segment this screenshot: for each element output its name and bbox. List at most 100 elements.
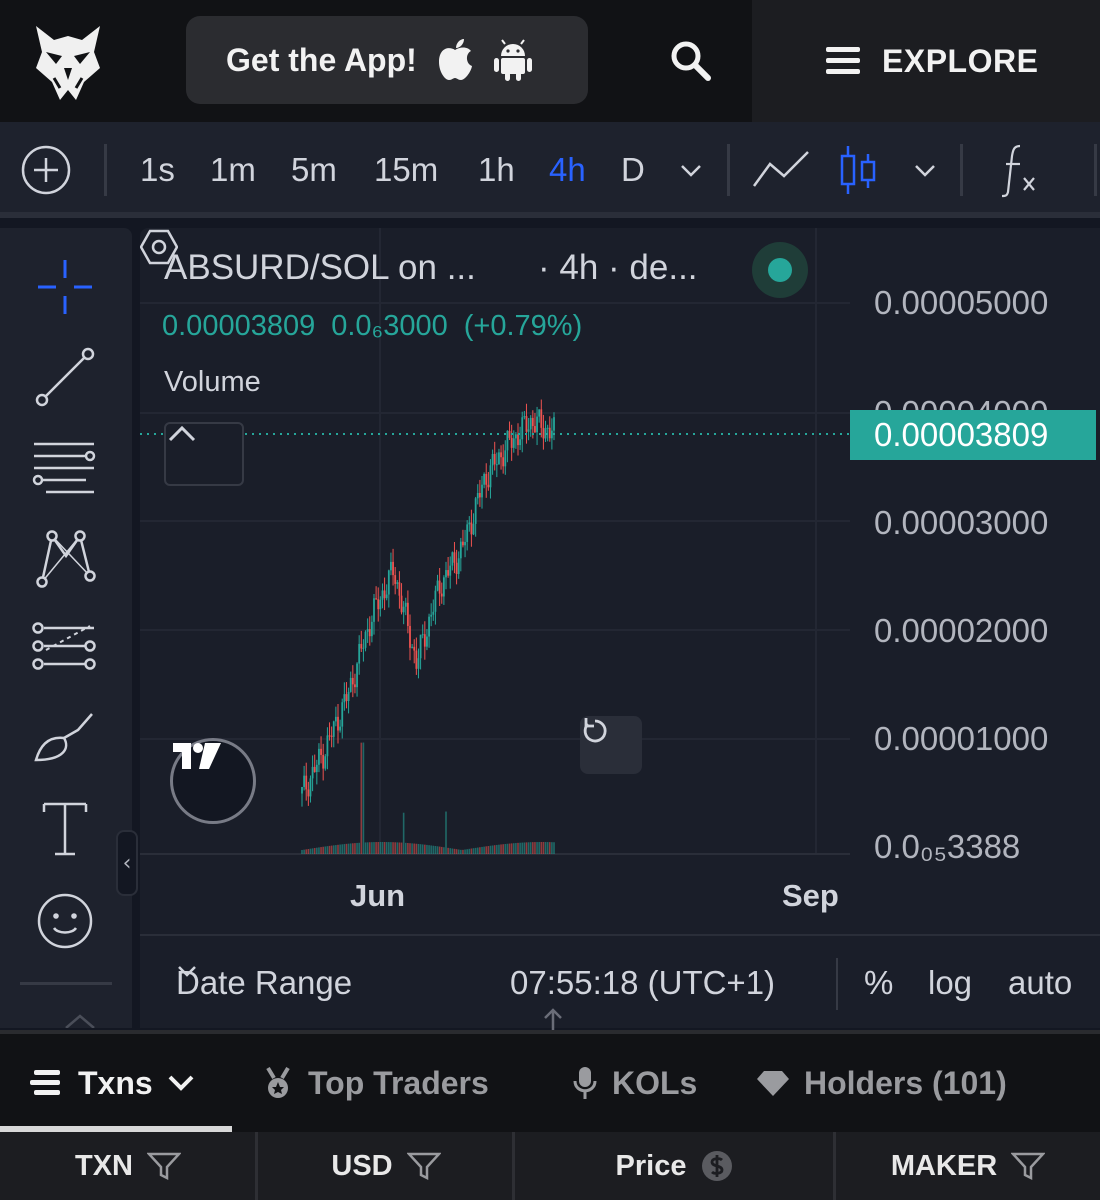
tab-txns[interactable]: Txns (30, 1034, 195, 1132)
candle-body (455, 562, 458, 574)
pattern-icon[interactable] (30, 522, 100, 592)
brush-icon[interactable] (30, 702, 100, 772)
candle-body (339, 726, 342, 731)
fib-retracement-icon[interactable] (30, 432, 100, 502)
chart-symbol-title[interactable]: ABSURD/SOL on ... (164, 248, 476, 288)
timeframe-chevron-down-icon[interactable] (678, 122, 704, 218)
table-header: TXN USD Price MAKER (0, 1132, 1100, 1200)
ruler-icon[interactable] (62, 1012, 98, 1028)
timeframe-4h[interactable]: 4h (549, 122, 586, 218)
candle-body (373, 598, 375, 622)
volume-bar (436, 846, 439, 854)
volume-bar (385, 842, 388, 854)
price-chart[interactable]: ABSURD/SOL on ... · 4h · de... 0.0000380… (140, 228, 1100, 1028)
volume-bar (434, 846, 437, 854)
scale-option-log[interactable]: log (928, 964, 972, 1002)
candle-body (349, 677, 352, 692)
trend-line-icon[interactable] (30, 342, 100, 412)
timeframe-15m[interactable]: 15m (374, 122, 438, 218)
candle-body (381, 590, 384, 600)
timeframe-D[interactable]: D (621, 122, 645, 218)
date-range-dropdown[interactable]: Date Range (176, 964, 352, 1002)
filter-icon[interactable] (1011, 1151, 1046, 1181)
column-price[interactable]: Price (515, 1132, 835, 1200)
scale-option-percent[interactable]: % (864, 964, 893, 1002)
candle-body (489, 465, 492, 488)
volume-bar (538, 842, 540, 854)
candle-body (334, 716, 337, 722)
candle-body (464, 541, 466, 546)
crosshair-icon[interactable] (30, 252, 100, 322)
candle-body (534, 426, 536, 433)
scale-option-auto[interactable]: auto (1008, 964, 1072, 1002)
tab-top-traders[interactable]: Top Traders (262, 1034, 489, 1132)
volume-bar (366, 842, 369, 854)
timeframe-5m[interactable]: 5m (291, 122, 337, 218)
candle-body (512, 438, 515, 448)
get-app-button[interactable]: Get the App! (186, 16, 588, 104)
candle-body (411, 646, 414, 648)
candle-body (472, 523, 475, 535)
volume-bar (438, 846, 441, 854)
volume-bar (345, 843, 348, 854)
timeframe-1m[interactable]: 1m (210, 122, 256, 218)
explore-menu-button[interactable]: EXPLORE (752, 0, 1100, 122)
emoji-icon[interactable] (30, 886, 100, 956)
add-symbol-icon[interactable] (20, 122, 72, 218)
volume-bar (449, 848, 452, 854)
timeframe-1s[interactable]: 1s (140, 122, 175, 218)
ohlc-legend: 0.00003809 0.0₆3000 (+0.79%) (162, 310, 598, 343)
column-usd[interactable]: USD (258, 1132, 514, 1200)
volume-bar (546, 842, 549, 854)
tab-holders[interactable]: Holders (101) (756, 1034, 1007, 1132)
forecast-icon[interactable] (30, 612, 100, 682)
volume-bar (523, 842, 526, 854)
timeframe-1h[interactable]: 1h (478, 122, 515, 218)
currency-toggle-icon[interactable] (700, 1149, 734, 1183)
filter-icon[interactable] (147, 1151, 181, 1181)
toolbar-divider (104, 144, 107, 196)
candle-body (385, 594, 388, 599)
owl-logo[interactable] (34, 22, 102, 102)
tradingview-logo[interactable] (170, 738, 256, 824)
chart-clock[interactable]: 07:55:18 (UTC+1) (510, 964, 775, 1002)
volume-bar (377, 842, 380, 854)
line-chart-icon[interactable] (752, 122, 810, 218)
candle-body (470, 522, 473, 535)
volume-bar (485, 846, 488, 854)
reset-icon (583, 718, 607, 743)
candle-body (529, 417, 532, 430)
volume-legend[interactable]: Volume (164, 366, 261, 399)
column-maker[interactable]: MAKER (836, 1132, 1100, 1200)
candle-body (493, 453, 496, 465)
candle-body (474, 498, 477, 524)
tab-kols[interactable]: KOLs (572, 1034, 697, 1132)
candle-body (311, 766, 314, 779)
tools-divider (20, 982, 112, 985)
candle-body (440, 593, 443, 597)
candle-body (485, 473, 488, 485)
column-txn[interactable]: TXN (0, 1132, 256, 1200)
volume-bar (464, 849, 466, 854)
legend-change-pct: (+0.79%) (463, 310, 583, 342)
candles-icon[interactable] (838, 122, 878, 218)
chevron-down-icon (178, 966, 196, 977)
filter-icon[interactable] (406, 1151, 441, 1181)
chart-settings-icon[interactable] (140, 228, 178, 266)
volume-bar (390, 842, 392, 854)
chart-type-chevron-down-icon[interactable] (912, 122, 938, 218)
volume-bar (553, 842, 555, 854)
indicators-fx-icon[interactable] (998, 122, 1042, 218)
price-axis-label: 0.00003000 (874, 504, 1049, 541)
candle-body (330, 735, 333, 737)
list-icon (30, 1070, 60, 1095)
collapse-tools-button[interactable]: ‹ (116, 830, 138, 896)
market-status-indicator[interactable] (752, 242, 808, 298)
text-tool-icon[interactable] (30, 794, 100, 864)
collapse-legend-button[interactable] (164, 422, 244, 486)
search-icon[interactable] (668, 38, 712, 82)
candle-body (390, 561, 392, 571)
volume-bar (534, 842, 536, 854)
reset-chart-button[interactable] (580, 716, 642, 774)
candle-body (375, 598, 378, 600)
